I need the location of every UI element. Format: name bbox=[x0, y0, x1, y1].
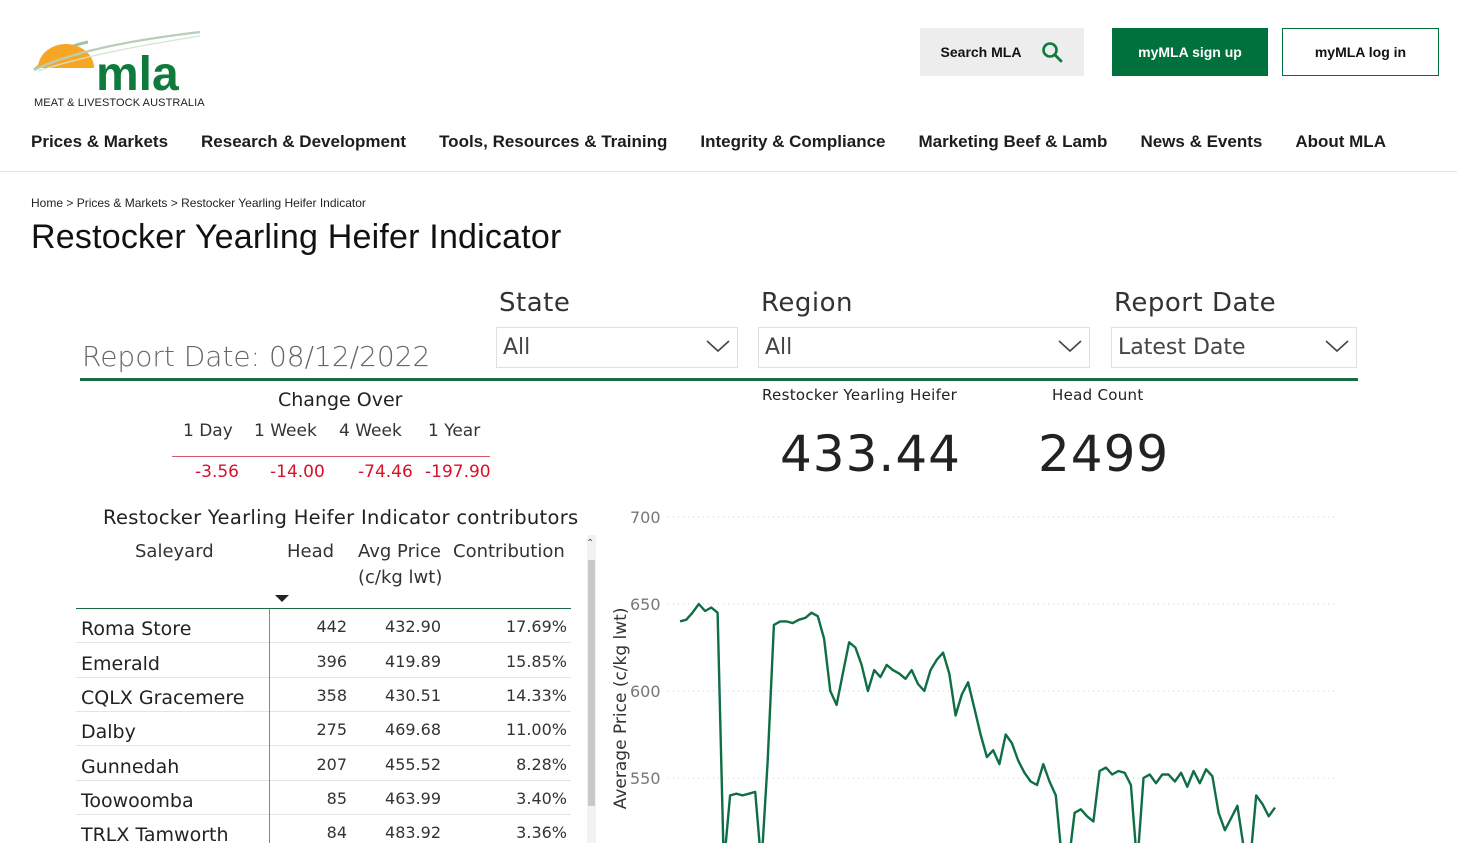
report-date: Report Date: 08/12/2022 bbox=[82, 340, 431, 373]
price-line-chart: 700 650 600 550Average Price (c/kg lwt) bbox=[611, 508, 1335, 843]
contribution-cell: 14.33% bbox=[505, 686, 567, 705]
page-title: Restocker Yearling Heifer Indicator bbox=[31, 218, 562, 256]
column-header-avg-price[interactable]: Avg Price (c/kg lwt) bbox=[358, 541, 442, 588]
head-cell: 207 bbox=[316, 755, 347, 774]
head-cell: 442 bbox=[316, 617, 347, 636]
mymla-signup-button[interactable]: myMLA sign up bbox=[1112, 28, 1268, 76]
report-date-filter-label: Report Date bbox=[1114, 288, 1277, 318]
saleyard-cell: Emerald bbox=[81, 653, 160, 675]
change-value-1-day: -3.56 bbox=[195, 462, 239, 482]
logo-text: mla bbox=[96, 48, 179, 101]
kpi-value-indicator: 433.44 bbox=[780, 425, 961, 483]
avg-price-cell: 483.92 bbox=[385, 823, 441, 842]
chevron-down-icon bbox=[1058, 340, 1082, 353]
kpi-label-indicator: Restocker Yearling Heifer bbox=[762, 386, 958, 404]
table-row[interactable]: CQLX Gracemere 358 430.51 14.33% bbox=[76, 678, 571, 712]
breadcrumb-home[interactable]: Home bbox=[31, 196, 63, 210]
contribution-cell: 8.28% bbox=[516, 755, 567, 774]
nav-item-research-development[interactable]: Research & Development bbox=[201, 132, 406, 156]
logo-tagline: MEAT & LIVESTOCK AUSTRALIA bbox=[34, 97, 205, 109]
y-tick-label: 600 bbox=[630, 682, 661, 701]
contributors-title: Restocker Yearling Heifer Indicator cont… bbox=[103, 506, 579, 529]
breadcrumb-prices-markets[interactable]: Prices & Markets bbox=[77, 196, 168, 210]
scroll-up-icon[interactable]: ⌃ bbox=[586, 538, 594, 549]
head-cell: 358 bbox=[316, 686, 347, 705]
contribution-cell: 3.40% bbox=[516, 789, 567, 808]
nav-item-integrity-compliance[interactable]: Integrity & Compliance bbox=[700, 132, 885, 156]
change-over-title: Change Over bbox=[278, 389, 403, 411]
table-row[interactable]: Toowoomba 85 463.99 3.40% bbox=[76, 781, 571, 815]
region-filter-label: Region bbox=[761, 288, 854, 318]
avg-price-cell: 469.68 bbox=[385, 720, 441, 739]
table-scrollbar-thumb[interactable] bbox=[588, 560, 595, 806]
change-divider bbox=[172, 456, 490, 457]
report-date-dropdown[interactable]: Latest Date bbox=[1111, 327, 1357, 368]
head-cell: 84 bbox=[326, 823, 347, 842]
sort-descending-icon[interactable] bbox=[274, 594, 290, 604]
change-period-1-week: 1 Week bbox=[254, 421, 317, 441]
head-cell: 396 bbox=[316, 652, 347, 671]
nav-item-tools-resources[interactable]: Tools, Resources & Training bbox=[439, 132, 667, 156]
search-label: Search MLA bbox=[940, 44, 1022, 60]
change-period-4-week: 4 Week bbox=[339, 421, 402, 441]
table-row[interactable]: Dalby 275 469.68 11.00% bbox=[76, 712, 571, 746]
saleyard-cell: Toowoomba bbox=[81, 790, 194, 812]
saleyard-cell: Roma Store bbox=[81, 618, 192, 640]
nav-divider bbox=[0, 171, 1457, 172]
table-row[interactable]: Emerald 396 419.89 15.85% bbox=[76, 644, 571, 678]
search-button[interactable]: Search MLA bbox=[920, 28, 1084, 76]
head-cell: 275 bbox=[316, 720, 347, 739]
y-tick-label: 700 bbox=[630, 508, 661, 527]
avg-price-cell: 463.99 bbox=[385, 789, 441, 808]
kpi-label-head-count: Head Count bbox=[1052, 386, 1144, 404]
nav-item-news-events[interactable]: News & Events bbox=[1140, 132, 1262, 156]
head-cell: 85 bbox=[326, 789, 347, 808]
breadcrumb-current: Restocker Yearling Heifer Indicator bbox=[181, 196, 366, 210]
saleyard-cell: Dalby bbox=[81, 721, 136, 743]
avg-price-cell: 419.89 bbox=[385, 652, 441, 671]
table-row[interactable]: Gunnedah 207 455.52 8.28% bbox=[76, 747, 571, 781]
main-nav: Prices & Markets Research & Development … bbox=[31, 132, 1386, 156]
contribution-cell: 17.69% bbox=[505, 617, 567, 636]
table-column-divider bbox=[269, 609, 270, 843]
change-period-1-year: 1 Year bbox=[428, 421, 481, 441]
contribution-cell: 15.85% bbox=[505, 652, 567, 671]
kpi-value-head-count: 2499 bbox=[1038, 425, 1170, 483]
state-dropdown[interactable]: All bbox=[496, 327, 738, 368]
contribution-cell: 3.36% bbox=[516, 823, 567, 842]
contribution-cell: 11.00% bbox=[505, 720, 567, 739]
avg-price-cell: 430.51 bbox=[385, 686, 441, 705]
nav-item-about[interactable]: About MLA bbox=[1295, 132, 1386, 156]
y-tick-label: 650 bbox=[630, 595, 661, 614]
saleyard-cell: Gunnedah bbox=[81, 756, 180, 778]
saleyard-cell: CQLX Gracemere bbox=[81, 687, 245, 709]
column-header-contribution[interactable]: Contribution bbox=[453, 541, 565, 562]
change-value-1-week: -14.00 bbox=[270, 462, 325, 482]
state-dropdown-value: All bbox=[503, 335, 531, 360]
nav-item-marketing[interactable]: Marketing Beef & Lamb bbox=[919, 132, 1108, 156]
avg-price-cell: 455.52 bbox=[385, 755, 441, 774]
report-divider bbox=[80, 378, 1358, 381]
avg-price-cell: 432.90 bbox=[385, 617, 441, 636]
breadcrumb: Home > Prices & Markets > Restocker Year… bbox=[31, 196, 366, 210]
search-icon bbox=[1042, 42, 1063, 63]
chevron-down-icon bbox=[1325, 340, 1349, 353]
mymla-login-button[interactable]: myMLA log in bbox=[1282, 28, 1439, 76]
nav-item-prices-markets[interactable]: Prices & Markets bbox=[31, 132, 168, 156]
change-value-1-year: -197.90 bbox=[425, 462, 491, 482]
column-header-head[interactable]: Head bbox=[287, 541, 334, 562]
y-axis-label: Average Price (c/kg lwt) bbox=[611, 608, 631, 810]
region-dropdown[interactable]: All bbox=[758, 327, 1090, 368]
region-dropdown-value: All bbox=[765, 335, 793, 360]
table-row[interactable]: Roma Store 442 432.90 17.69% bbox=[76, 609, 571, 643]
column-header-saleyard[interactable]: Saleyard bbox=[135, 541, 214, 562]
report-date-dropdown-value: Latest Date bbox=[1118, 335, 1246, 360]
series-line[interactable] bbox=[679, 602, 1276, 843]
change-period-1-day: 1 Day bbox=[183, 421, 233, 441]
chevron-down-icon bbox=[706, 340, 730, 353]
change-value-4-week: -74.46 bbox=[358, 462, 413, 482]
table-row[interactable]: TRLX Tamworth 84 483.92 3.36% bbox=[76, 815, 571, 846]
y-tick-label: 550 bbox=[630, 769, 661, 788]
state-filter-label: State bbox=[499, 288, 571, 318]
